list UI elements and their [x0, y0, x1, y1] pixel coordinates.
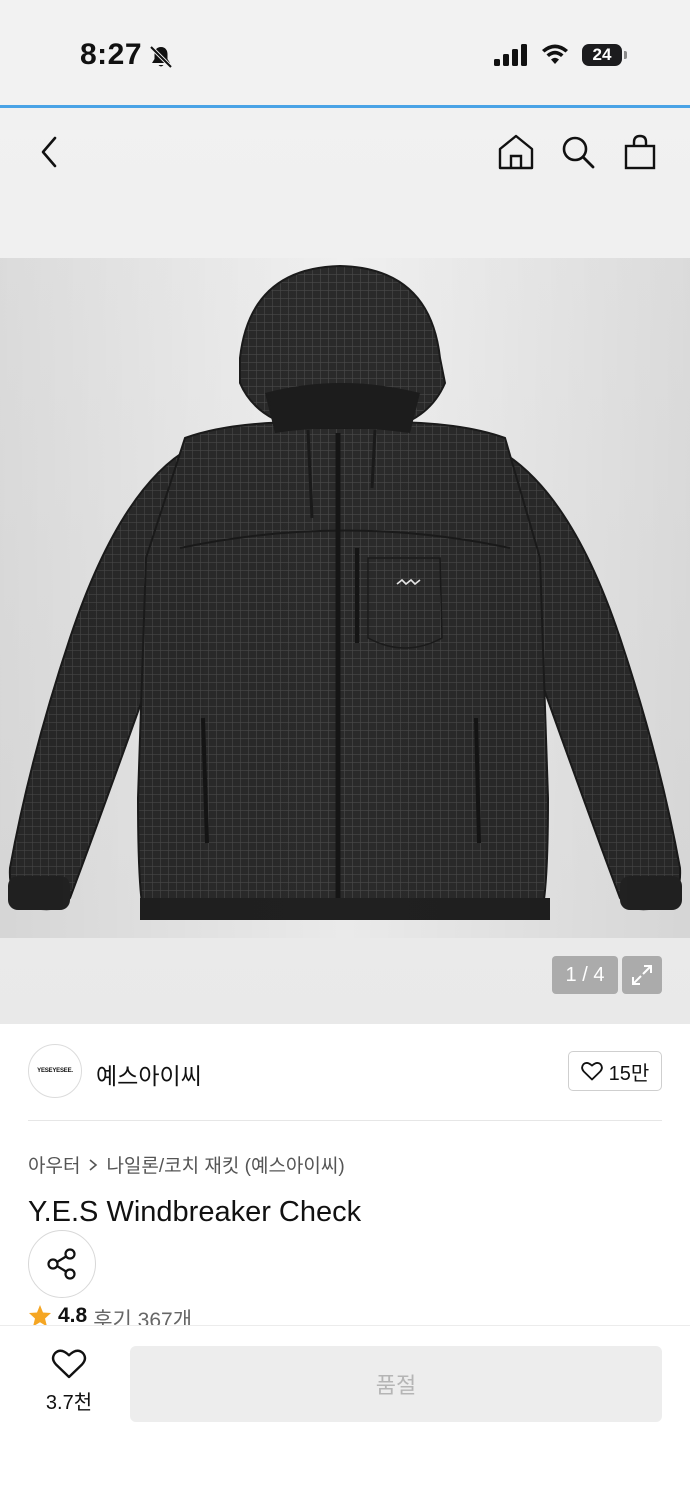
sold-out-button[interactable]: 품절	[130, 1346, 662, 1422]
shopping-bag-button[interactable]	[618, 130, 662, 174]
battery-indicator: 24	[582, 44, 622, 66]
breadcrumb-category[interactable]: 아우터	[28, 1151, 80, 1178]
chevron-left-icon	[41, 136, 57, 168]
brand-logo-text: YESEYESEE.	[37, 1068, 73, 1074]
breadcrumb-subcategory[interactable]: 나일론/코치 재킷 (예스아이씨)	[106, 1151, 344, 1178]
home-button[interactable]	[494, 130, 538, 174]
wifi-icon	[540, 42, 570, 71]
wishlist-count: 3.7천	[45, 1392, 93, 1414]
brand-name[interactable]: 예스아이씨	[96, 1057, 202, 1091]
breadcrumb: 아우터 나일론/코치 재킷 (예스아이씨)	[28, 1151, 345, 1178]
search-icon	[562, 136, 595, 169]
brand-like-count: 15만	[608, 1062, 650, 1085]
star-icon	[29, 1305, 51, 1326]
home-icon	[498, 134, 534, 170]
status-time: 8:27	[80, 38, 143, 71]
shopping-bag-icon	[624, 134, 656, 170]
brand-like-button[interactable]: 15만	[568, 1051, 662, 1091]
back-button[interactable]	[28, 130, 72, 174]
expand-image-button[interactable]	[622, 956, 662, 994]
product-gallery[interactable]: 1 / 4	[0, 108, 690, 1024]
brand-logo[interactable]: YESEYESEE.	[28, 1044, 82, 1098]
expand-icon	[632, 965, 652, 985]
cellular-signal-icon	[494, 44, 530, 71]
product-title: Y.E.S Windbreaker Check	[28, 1196, 362, 1228]
bell-muted-icon	[148, 44, 174, 75]
rating-value: 4.8	[58, 1304, 88, 1326]
heart-outline-icon	[51, 1349, 87, 1379]
heart-icon	[580, 1061, 603, 1081]
image-counter: 1 / 4	[552, 956, 618, 994]
bottom-action-bar: 3.7천 품절	[0, 1325, 690, 1500]
chevron-right-icon	[89, 1158, 98, 1171]
share-icon	[47, 1248, 76, 1280]
review-count: 후기 367개	[93, 1309, 193, 1326]
product-image-jacket	[0, 258, 690, 938]
wishlist-button[interactable]: 3.7천	[34, 1348, 104, 1418]
status-bar: 8:27 24	[0, 0, 690, 106]
share-button[interactable]	[28, 1230, 96, 1298]
divider	[28, 1120, 662, 1121]
rating-row[interactable]: 4.8 후기 367개	[28, 1304, 192, 1326]
search-button[interactable]	[556, 130, 600, 174]
battery-cap	[624, 51, 627, 59]
